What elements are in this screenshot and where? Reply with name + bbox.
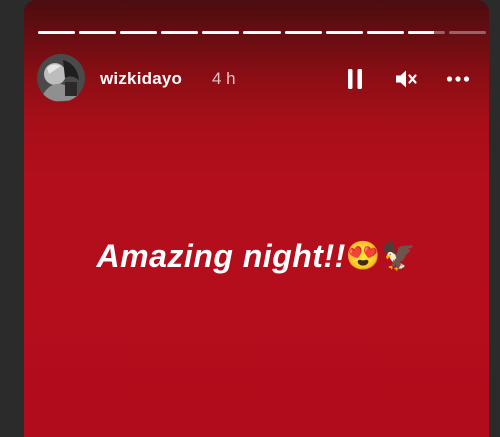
progress-segment	[407, 31, 445, 34]
progress-segment-fill	[79, 31, 117, 34]
mute-button[interactable]	[394, 67, 418, 91]
progress-segment-fill	[243, 31, 281, 34]
caption-text: Amazing night!!	[96, 238, 346, 274]
username-link[interactable]: wizkidayo	[100, 69, 182, 89]
muted-speaker-icon	[396, 70, 417, 88]
story-caption: Amazing night!!😍🦅	[24, 238, 489, 275]
story-timestamp: 4 h	[212, 69, 236, 88]
caption-emojis: 😍🦅	[345, 240, 417, 271]
story-header: wizkidayo 4 h	[37, 53, 477, 105]
progress-segment-fill	[202, 31, 240, 34]
pause-button[interactable]	[343, 67, 367, 91]
avatar-image	[37, 54, 85, 102]
more-options-button[interactable]	[446, 67, 470, 91]
more-horizontal-icon	[446, 76, 470, 82]
progress-segment	[38, 31, 76, 34]
pause-icon	[348, 69, 362, 89]
progress-segment-fill	[366, 31, 404, 34]
progress-segment	[202, 31, 240, 34]
story-viewer[interactable]: wizkidayo 4 h Amazing night!!😍🦅	[24, 0, 489, 437]
progress-segment	[120, 31, 158, 34]
progress-segment-fill	[161, 31, 199, 34]
story-progress-bar	[38, 31, 487, 34]
avatar[interactable]	[37, 54, 85, 102]
progress-segment-fill	[407, 31, 434, 34]
progress-segment	[448, 31, 487, 34]
progress-segment	[284, 31, 322, 34]
progress-segment	[79, 31, 117, 34]
progress-segment	[366, 31, 404, 34]
progress-segment-fill	[120, 31, 158, 34]
progress-segment-fill	[284, 31, 322, 34]
progress-segment-fill	[38, 31, 76, 34]
progress-segment	[325, 31, 363, 34]
progress-segment-fill	[325, 31, 363, 34]
progress-segment	[243, 31, 281, 34]
progress-segment	[161, 31, 199, 34]
